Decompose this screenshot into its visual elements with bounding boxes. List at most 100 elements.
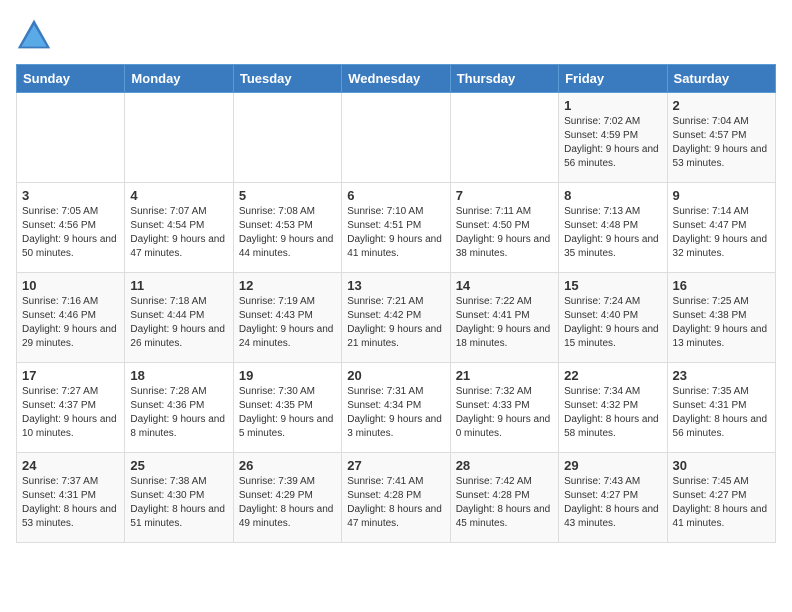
calendar-cell: 25 Sunrise: 7:38 AM Sunset: 4:30 PM Dayli…	[125, 453, 233, 543]
day-number: 11	[130, 278, 227, 293]
calendar-week-1: 1 Sunrise: 7:02 AM Sunset: 4:59 PM Daylig…	[17, 93, 776, 183]
day-number: 18	[130, 368, 227, 383]
calendar-week-4: 17Sunrise: 7:27 AM Sunset: 4:37 PM Dayli…	[17, 363, 776, 453]
calendar-cell: 5 Sunrise: 7:08 AM Sunset: 4:53 PM Daylig…	[233, 183, 341, 273]
day-number: 21	[456, 368, 553, 383]
calendar-cell: 20 Sunrise: 7:31 AM Sunset: 4:34 PM Dayli…	[342, 363, 450, 453]
weekday-header-wednesday: Wednesday	[342, 65, 450, 93]
day-number: 9	[673, 188, 770, 203]
day-info: Sunrise: 7:10 AM Sunset: 4:51 PM Dayligh…	[347, 205, 444, 261]
logo-icon	[16, 16, 52, 52]
day-info: Sunrise: 7:21 AM Sunset: 4:42 PM Dayligh…	[347, 295, 444, 351]
day-info: Sunrise: 7:37 AM Sunset: 4:31 PM Dayligh…	[22, 475, 119, 531]
day-info: Sunrise: 7:43 AM Sunset: 4:27 PM Dayligh…	[564, 475, 661, 531]
day-number: 8	[564, 188, 661, 203]
day-info: Sunrise: 7:25 AM Sunset: 4:38 PM Dayligh…	[673, 295, 770, 351]
day-info: Sunrise: 7:22 AM Sunset: 4:41 PM Dayligh…	[456, 295, 553, 351]
weekday-header-saturday: Saturday	[667, 65, 775, 93]
day-info: Sunrise: 7:14 AM Sunset: 4:47 PM Dayligh…	[673, 205, 770, 261]
day-info: Sunrise: 7:42 AM Sunset: 4:28 PM Dayligh…	[456, 475, 553, 531]
day-number: 12	[239, 278, 336, 293]
weekday-header-tuesday: Tuesday	[233, 65, 341, 93]
day-info: Sunrise: 7:45 AM Sunset: 4:27 PM Dayligh…	[673, 475, 770, 531]
day-number: 13	[347, 278, 444, 293]
calendar-cell: 18 Sunrise: 7:28 AM Sunset: 4:36 PM Dayli…	[125, 363, 233, 453]
day-number: 7	[456, 188, 553, 203]
calendar-cell: 13 Sunrise: 7:21 AM Sunset: 4:42 PM Dayli…	[342, 273, 450, 363]
day-number: 3	[22, 188, 119, 203]
day-info: Sunrise: 7:02 AM Sunset: 4:59 PM Dayligh…	[564, 115, 661, 171]
calendar-cell: 15 Sunrise: 7:24 AM Sunset: 4:40 PM Dayli…	[559, 273, 667, 363]
header	[16, 16, 776, 52]
calendar-week-2: 3Sunrise: 7:05 AM Sunset: 4:56 PM Daylig…	[17, 183, 776, 273]
weekday-header-sunday: Sunday	[17, 65, 125, 93]
calendar-cell: 3Sunrise: 7:05 AM Sunset: 4:56 PM Daylig…	[17, 183, 125, 273]
day-info: Sunrise: 7:08 AM Sunset: 4:53 PM Dayligh…	[239, 205, 336, 261]
day-number: 16	[673, 278, 770, 293]
weekday-header-thursday: Thursday	[450, 65, 558, 93]
day-number: 27	[347, 458, 444, 473]
calendar-cell	[125, 93, 233, 183]
day-info: Sunrise: 7:41 AM Sunset: 4:28 PM Dayligh…	[347, 475, 444, 531]
day-number: 25	[130, 458, 227, 473]
calendar-cell: 11 Sunrise: 7:18 AM Sunset: 4:44 PM Dayli…	[125, 273, 233, 363]
day-number: 30	[673, 458, 770, 473]
calendar-cell: 6 Sunrise: 7:10 AM Sunset: 4:51 PM Daylig…	[342, 183, 450, 273]
calendar-cell: 29 Sunrise: 7:43 AM Sunset: 4:27 PM Dayli…	[559, 453, 667, 543]
day-number: 24	[22, 458, 119, 473]
day-info: Sunrise: 7:04 AM Sunset: 4:57 PM Dayligh…	[673, 115, 770, 171]
day-info: Sunrise: 7:32 AM Sunset: 4:33 PM Dayligh…	[456, 385, 553, 441]
day-number: 5	[239, 188, 336, 203]
calendar-cell: 9 Sunrise: 7:14 AM Sunset: 4:47 PM Daylig…	[667, 183, 775, 273]
calendar-cell: 22Sunrise: 7:34 AM Sunset: 4:32 PM Dayli…	[559, 363, 667, 453]
day-number: 17	[22, 368, 119, 383]
day-number: 2	[673, 98, 770, 113]
calendar-table: SundayMondayTuesdayWednesdayThursdayFrid…	[16, 64, 776, 543]
day-number: 14	[456, 278, 553, 293]
calendar-cell: 14 Sunrise: 7:22 AM Sunset: 4:41 PM Dayli…	[450, 273, 558, 363]
calendar-cell	[342, 93, 450, 183]
day-info: Sunrise: 7:30 AM Sunset: 4:35 PM Dayligh…	[239, 385, 336, 441]
calendar-cell: 21 Sunrise: 7:32 AM Sunset: 4:33 PM Dayli…	[450, 363, 558, 453]
day-number: 20	[347, 368, 444, 383]
day-number: 26	[239, 458, 336, 473]
calendar-cell: 19 Sunrise: 7:30 AM Sunset: 4:35 PM Dayli…	[233, 363, 341, 453]
day-number: 28	[456, 458, 553, 473]
calendar-cell	[233, 93, 341, 183]
day-info: Sunrise: 7:13 AM Sunset: 4:48 PM Dayligh…	[564, 205, 661, 261]
calendar-cell: 17Sunrise: 7:27 AM Sunset: 4:37 PM Dayli…	[17, 363, 125, 453]
day-info: Sunrise: 7:39 AM Sunset: 4:29 PM Dayligh…	[239, 475, 336, 531]
day-number: 15	[564, 278, 661, 293]
day-info: Sunrise: 7:31 AM Sunset: 4:34 PM Dayligh…	[347, 385, 444, 441]
day-info: Sunrise: 7:38 AM Sunset: 4:30 PM Dayligh…	[130, 475, 227, 531]
calendar-cell: 12 Sunrise: 7:19 AM Sunset: 4:43 PM Dayli…	[233, 273, 341, 363]
weekday-header-friday: Friday	[559, 65, 667, 93]
day-number: 6	[347, 188, 444, 203]
calendar-week-3: 10Sunrise: 7:16 AM Sunset: 4:46 PM Dayli…	[17, 273, 776, 363]
calendar-cell: 1 Sunrise: 7:02 AM Sunset: 4:59 PM Daylig…	[559, 93, 667, 183]
day-number: 4	[130, 188, 227, 203]
day-number: 19	[239, 368, 336, 383]
day-number: 29	[564, 458, 661, 473]
day-number: 10	[22, 278, 119, 293]
weekday-header-monday: Monday	[125, 65, 233, 93]
calendar-cell: 16 Sunrise: 7:25 AM Sunset: 4:38 PM Dayli…	[667, 273, 775, 363]
day-number: 1	[564, 98, 661, 113]
header-row: SundayMondayTuesdayWednesdayThursdayFrid…	[17, 65, 776, 93]
logo	[16, 16, 56, 52]
day-info: Sunrise: 7:34 AM Sunset: 4:32 PM Dayligh…	[564, 385, 661, 441]
day-info: Sunrise: 7:07 AM Sunset: 4:54 PM Dayligh…	[130, 205, 227, 261]
calendar-body: 1 Sunrise: 7:02 AM Sunset: 4:59 PM Daylig…	[17, 93, 776, 543]
day-info: Sunrise: 7:24 AM Sunset: 4:40 PM Dayligh…	[564, 295, 661, 351]
day-info: Sunrise: 7:18 AM Sunset: 4:44 PM Dayligh…	[130, 295, 227, 351]
calendar-header: SundayMondayTuesdayWednesdayThursdayFrid…	[17, 65, 776, 93]
calendar-cell: 28 Sunrise: 7:42 AM Sunset: 4:28 PM Dayli…	[450, 453, 558, 543]
day-info: Sunrise: 7:19 AM Sunset: 4:43 PM Dayligh…	[239, 295, 336, 351]
day-info: Sunrise: 7:28 AM Sunset: 4:36 PM Dayligh…	[130, 385, 227, 441]
day-number: 23	[673, 368, 770, 383]
day-info: Sunrise: 7:11 AM Sunset: 4:50 PM Dayligh…	[456, 205, 553, 261]
calendar-cell: 2 Sunrise: 7:04 AM Sunset: 4:57 PM Daylig…	[667, 93, 775, 183]
calendar-cell: 4 Sunrise: 7:07 AM Sunset: 4:54 PM Daylig…	[125, 183, 233, 273]
calendar-cell: 26 Sunrise: 7:39 AM Sunset: 4:29 PM Dayli…	[233, 453, 341, 543]
calendar-cell: 30 Sunrise: 7:45 AM Sunset: 4:27 PM Dayli…	[667, 453, 775, 543]
